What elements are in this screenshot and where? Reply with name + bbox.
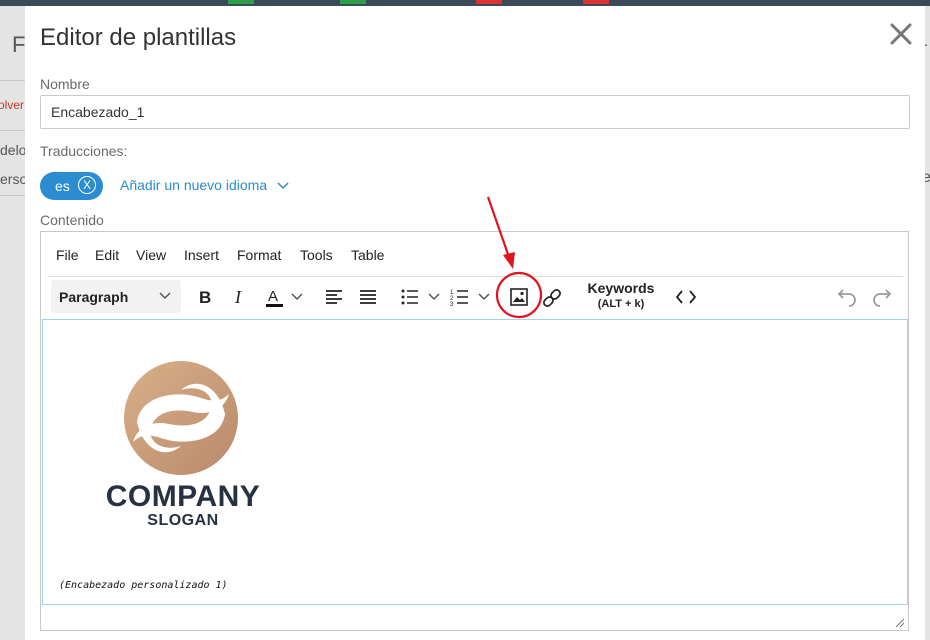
text-color-dropdown[interactable] (288, 281, 306, 313)
numbered-list-button[interactable]: 123 (446, 281, 476, 313)
bg-divider (0, 130, 25, 131)
bullet-list-button[interactable] (396, 281, 426, 313)
text-color-icon: A (266, 288, 283, 307)
svg-text:I: I (234, 287, 242, 307)
link-icon (543, 289, 561, 307)
menu-table[interactable]: Table (351, 247, 384, 263)
bg-divider (0, 80, 25, 81)
menu-edit[interactable]: Edit (95, 247, 119, 263)
add-language-dropdown[interactable]: Añadir un nuevo idioma (120, 177, 289, 193)
image-icon (510, 288, 528, 306)
keywords-shortcut: (ALT + k) (597, 298, 645, 310)
code-icon (675, 290, 697, 304)
bg-tab-indicator (228, 0, 254, 4)
bg-text: erso (0, 171, 28, 187)
chevron-down-icon (478, 293, 490, 301)
menu-format[interactable]: Format (237, 247, 281, 263)
undo-icon (837, 289, 856, 307)
bold-button[interactable]: B (192, 281, 222, 313)
rich-text-editor: File Edit View Insert Format Tools Table… (40, 231, 909, 631)
italic-icon: I (234, 287, 242, 307)
keywords-button[interactable]: Keywords (ALT + k) (581, 280, 661, 310)
content-label: Contenido (40, 212, 104, 228)
background-app-right (925, 6, 930, 640)
bg-text: olver (0, 98, 25, 112)
chevron-down-icon (428, 293, 440, 301)
resize-handle-icon[interactable] (895, 618, 905, 628)
insert-image-button[interactable] (505, 281, 535, 313)
bg-text: F (12, 32, 26, 57)
language-tag-es: es X (40, 172, 103, 200)
align-left-button[interactable] (320, 281, 350, 313)
bullet-list-dropdown[interactable] (425, 281, 443, 313)
bullet-list-icon (401, 289, 418, 305)
block-format-value: Paragraph (59, 289, 129, 305)
bg-divider (0, 195, 25, 196)
menu-insert[interactable]: Insert (184, 247, 219, 263)
editor-menubar: File Edit View Insert Format Tools Table (41, 232, 908, 276)
dialog-title: Editor de plantillas (40, 24, 237, 51)
menu-file[interactable]: File (56, 247, 79, 263)
numbered-list-icon: 123 (450, 290, 468, 307)
redo-button[interactable] (867, 281, 897, 313)
name-input[interactable] (40, 95, 910, 129)
svg-text:B: B (199, 288, 211, 307)
company-logo-image[interactable]: COMPANY SLOGAN (93, 360, 273, 535)
chevron-down-icon (159, 292, 171, 300)
align-justify-button[interactable] (354, 281, 384, 313)
menu-tools[interactable]: Tools (300, 247, 333, 263)
redo-icon (873, 289, 892, 307)
translations-label: Traducciones: (40, 143, 128, 159)
remove-language-button[interactable]: X (78, 176, 96, 194)
bold-icon: B (199, 288, 211, 307)
italic-button[interactable]: I (226, 281, 256, 313)
svg-text:A: A (268, 288, 278, 305)
template-editor-dialog: Editor de plantillas Nombre Traducciones… (25, 6, 925, 640)
bg-tab-indicator (476, 0, 502, 4)
logo-mark-icon (124, 361, 238, 475)
content-caption: (Encabezado personalizado 1) (59, 580, 228, 591)
logo-slogan-text: SLOGAN (147, 512, 219, 529)
bg-tab-indicator (583, 0, 609, 4)
name-label: Nombre (40, 76, 90, 92)
svg-text:3: 3 (450, 302, 454, 307)
menu-view[interactable]: View (136, 247, 166, 263)
close-icon (890, 23, 912, 45)
bg-text: delo (0, 142, 27, 158)
chevron-down-icon (291, 293, 303, 301)
bg-tab-indicator (340, 0, 366, 4)
align-justify-icon (360, 290, 376, 304)
close-button[interactable] (887, 20, 915, 48)
chevron-down-icon (277, 182, 289, 190)
block-format-select[interactable]: Paragraph (51, 280, 181, 313)
align-left-icon (326, 290, 342, 304)
source-code-button[interactable] (671, 281, 701, 313)
undo-button[interactable] (832, 281, 862, 313)
add-language-label: Añadir un nuevo idioma (120, 177, 268, 193)
text-color-button[interactable]: A (260, 281, 290, 313)
editor-statusbar (41, 606, 908, 630)
logo-company-text: COMPANY (105, 480, 261, 513)
numbered-list-dropdown[interactable] (475, 281, 493, 313)
editor-content-area[interactable]: COMPANY SLOGAN (Encabezado personalizado… (42, 319, 908, 605)
editor-toolbar: Paragraph B I A 1 2 3 Keywords (ALT + k) (41, 277, 908, 317)
keywords-label: Keywords (587, 280, 655, 296)
language-code: es (55, 178, 70, 194)
insert-link-button[interactable] (537, 281, 567, 313)
